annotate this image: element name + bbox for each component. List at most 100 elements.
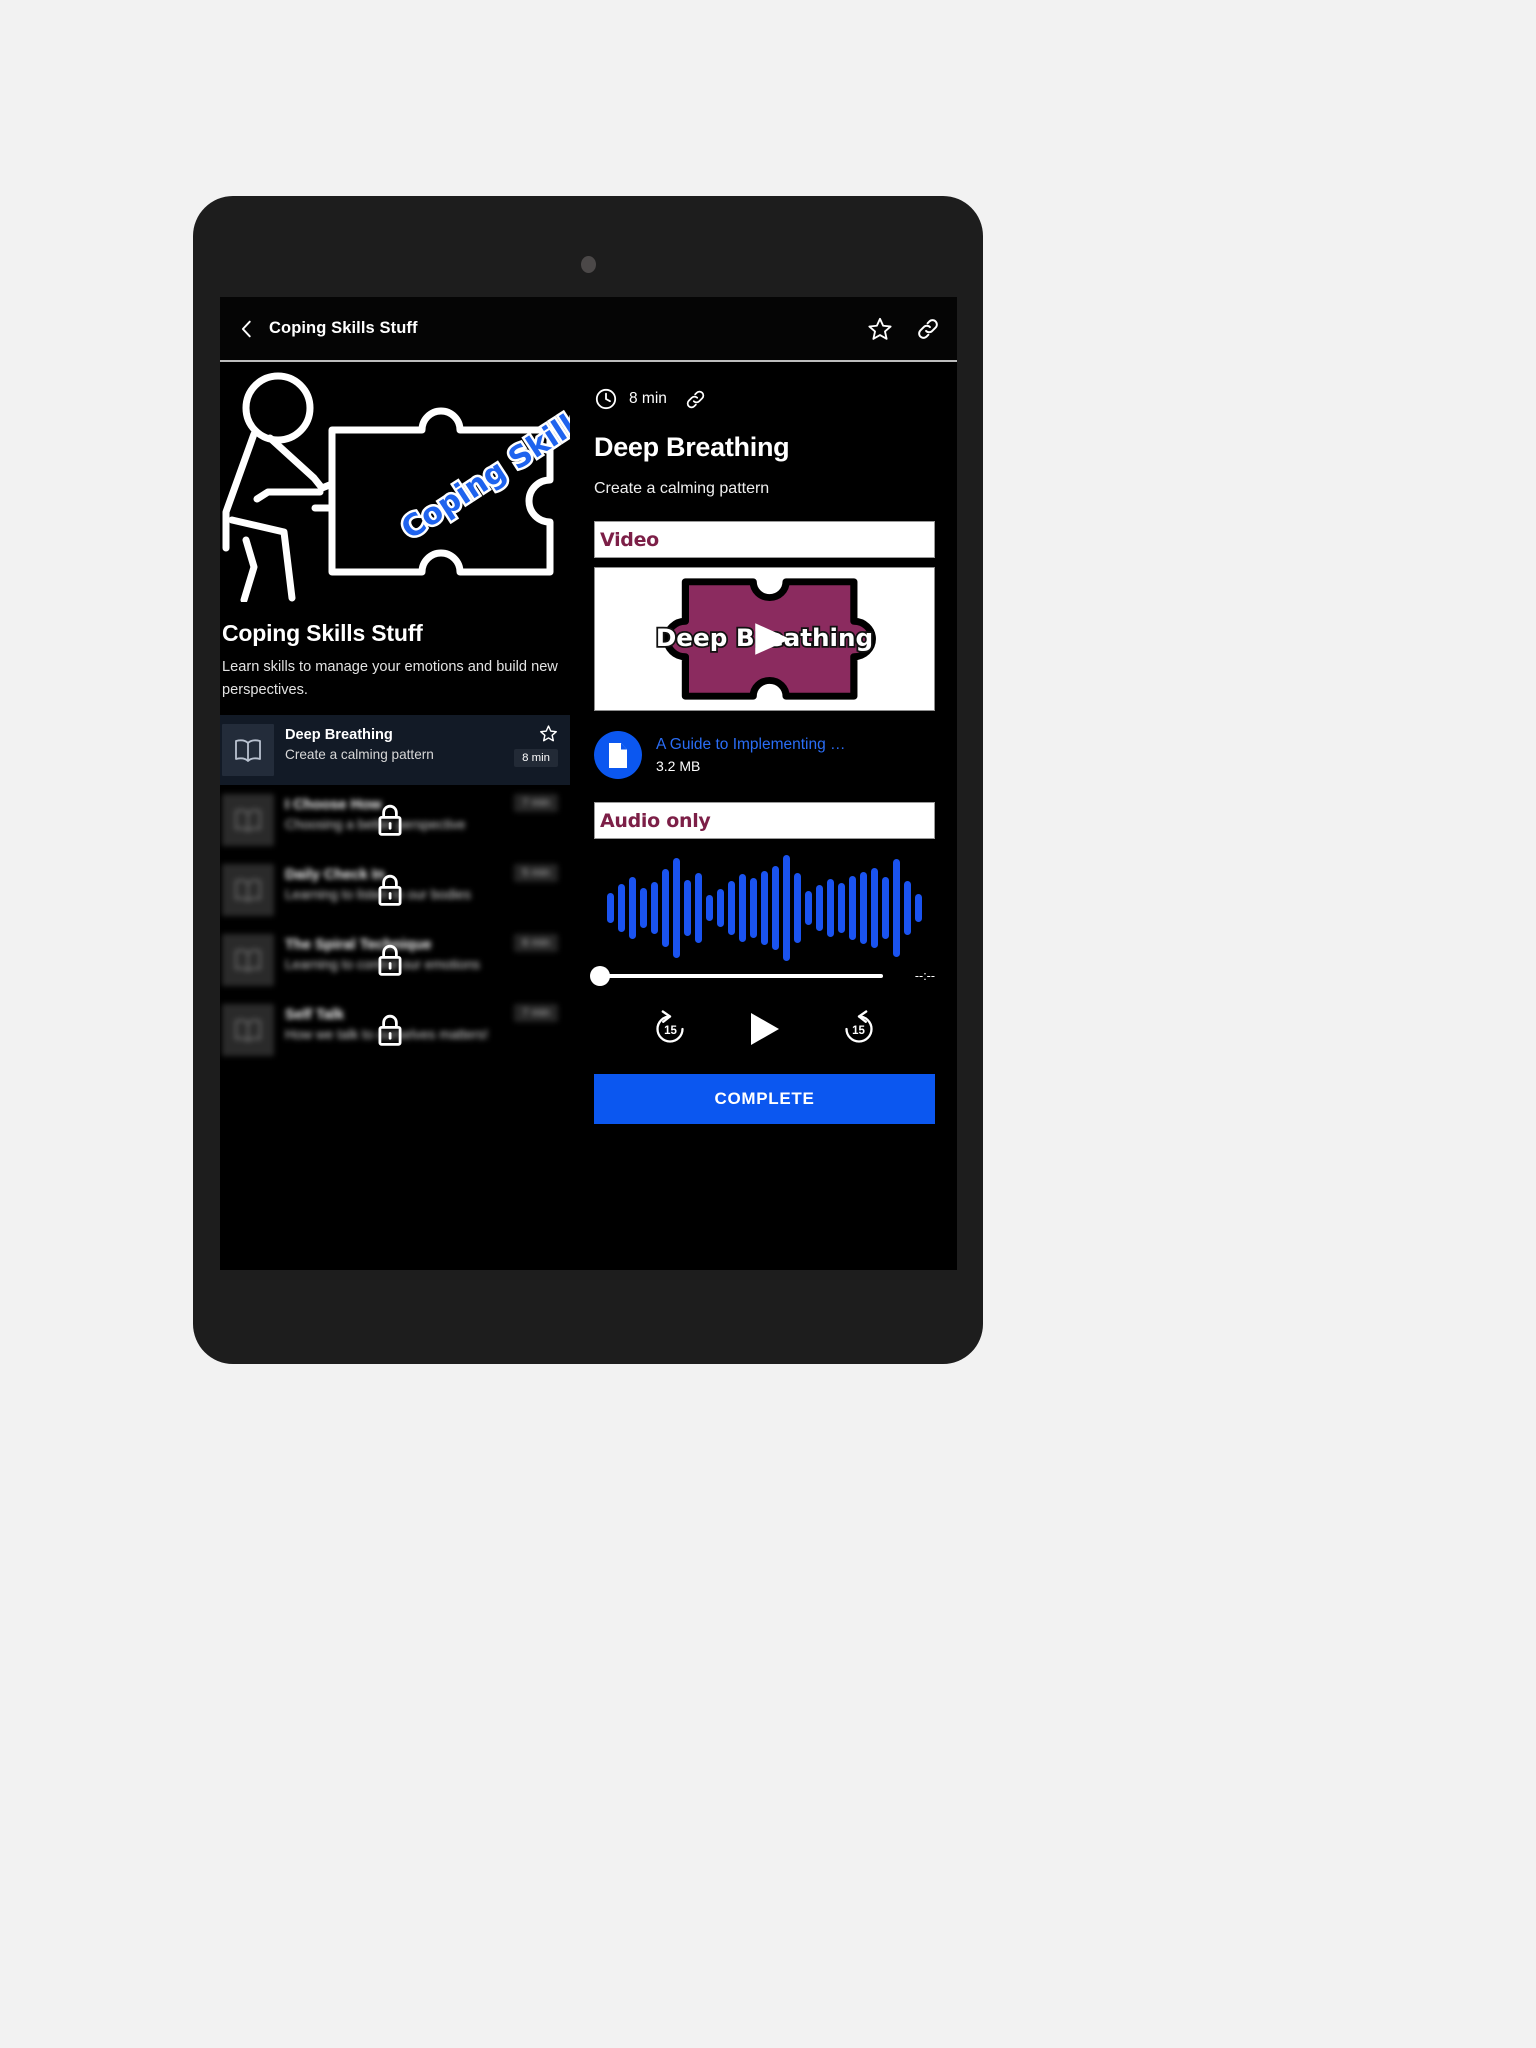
lesson-duration-badge: 8 min [514,749,558,768]
locked-lesson-wrapper[interactable]: The Spiral Technique Learning to control … [220,925,570,995]
lesson-item-meta: 5 min [514,864,558,883]
lesson-duration: 8 min [629,390,667,407]
lesson-item-meta: 8 min [514,724,558,768]
video-section-header: Video [594,521,935,558]
lesson-duration-badge: 7 min [514,794,558,813]
audio-progress-slider[interactable] [590,966,883,986]
video-thumbnail[interactable]: Deep Breathing [594,567,935,711]
lock-icon [378,875,402,906]
lesson-item-meta: 7 min [514,1004,558,1023]
waveform-bar [629,877,636,939]
lock-icon [378,1015,402,1046]
waveform-bar [750,878,757,938]
lesson-item-meta: 7 min [514,794,558,813]
audio-progress-thumb[interactable] [590,966,610,986]
waveform-bar [695,873,702,943]
waveform-bar [761,871,768,945]
star-outline-icon[interactable] [867,316,893,342]
waveform-bar [827,879,834,937]
lesson-item-meta: 6 min [514,934,558,953]
forward-15-button[interactable]: 15 [839,1009,879,1049]
complete-button[interactable]: COMPLETE [594,1074,935,1124]
play-button[interactable] [745,1009,783,1049]
document-icon [594,731,642,779]
waveform-bar [816,885,823,931]
waveform-bar [684,880,691,936]
lesson-item-subtitle: Create a calming pattern [285,747,434,763]
waveform-bar [794,873,801,943]
back-button[interactable] [232,314,262,344]
rewind-15-button[interactable]: 15 [650,1009,690,1049]
play-icon [751,1013,780,1045]
tablet-frame: Coping Skills Stuff Coping Skills Coping… [193,196,983,1364]
waveform-bar [706,895,713,921]
waveform-bar [607,893,614,923]
coping-skills-illustration: Coping Skills [220,362,570,602]
audio-section-label: Audio only [600,809,711,832]
lesson-list: Deep Breathing Create a calming pattern 8 … [220,715,570,1065]
forward-15-icon: 15 [845,1010,873,1043]
waveform-bar [904,881,911,935]
locked-lesson-wrapper[interactable]: I Choose How Choosing a better perspectiv… [220,785,570,855]
attachment-size: 3.2 MB [656,758,701,774]
waveform-bar [739,874,746,942]
waveform-bar [805,891,812,925]
app-bar-title: Coping Skills Stuff [269,319,418,337]
lesson-thumbnail [222,864,274,917]
content-area: Coping Skills Coping Skills Stuff Learn … [220,362,957,1270]
lesson-list-item[interactable]: Deep Breathing Create a calming pattern 8 … [220,715,570,786]
locked-lesson-wrapper[interactable]: Self Talk How we talk to ourselves matter… [220,995,570,1065]
waveform-bar [728,881,735,935]
attachment-row[interactable]: A Guide to Implementing … 3.2 MB [594,731,935,779]
book-icon [235,809,261,833]
lesson-meta-row: 8 min [594,387,935,411]
lock-icon [378,945,402,976]
waveform-bar [838,883,845,933]
waveform-bar [640,888,647,928]
lesson-thumbnail [222,724,274,777]
waveform-bar [717,889,724,927]
replay-15-icon: 15 [656,1010,684,1043]
clock-icon [595,388,617,410]
waveform-bar [849,876,856,940]
waveform-bar [893,859,900,957]
waveform-bar [772,866,779,950]
forward-15-label: 15 [852,1025,865,1037]
lesson-text: Deep Breathing Create a calming pattern [285,724,503,764]
locked-lesson-wrapper[interactable]: Daily Check In Learning to listen to our … [220,855,570,925]
rewind-15-label: 15 [664,1025,677,1037]
book-icon [235,949,261,973]
lesson-duration-badge: 5 min [514,864,558,883]
lesson-duration-badge: 7 min [514,1004,558,1023]
lesson-item-title: Deep Breathing [285,727,393,744]
course-title: Coping Skills Stuff [222,620,423,646]
lock-icon [378,805,402,836]
app-bar-actions [867,316,941,342]
book-icon [235,1019,261,1043]
lesson-thumbnail [222,934,274,987]
star-outline-icon[interactable] [539,724,558,743]
video-section-label: Video [600,528,659,551]
course-pane[interactable]: Coping Skills Coping Skills Stuff Learn … [220,362,570,1270]
waveform-bar [673,858,680,958]
video-thumbnail-art: Deep Breathing [595,568,934,710]
attachment-name: A Guide to Implementing … [656,736,846,753]
tablet-screen: Coping Skills Stuff Coping Skills Coping… [220,297,957,1270]
waveform-bar [871,868,878,948]
lesson-duration-badge: 6 min [514,934,558,953]
audio-time-label: --:-- [914,969,935,983]
lesson-thumbnail [222,794,274,847]
link-icon[interactable] [915,316,941,342]
waveform-bar [915,894,922,922]
lesson-title: Deep Breathing [594,432,790,462]
book-icon [235,739,261,763]
audio-progress-row: --:-- [590,966,935,986]
link-icon[interactable] [684,388,707,411]
audio-waveform [594,853,935,963]
audio-transport-controls: 15 15 [594,1009,935,1049]
course-hero-image: Coping Skills [220,362,570,602]
app-bar: Coping Skills Stuff [220,297,957,362]
waveform-bar [662,869,669,947]
camera-dot [581,256,596,273]
lesson-detail-pane: 8 min Deep Breathing Create a calming pa… [570,362,957,1270]
